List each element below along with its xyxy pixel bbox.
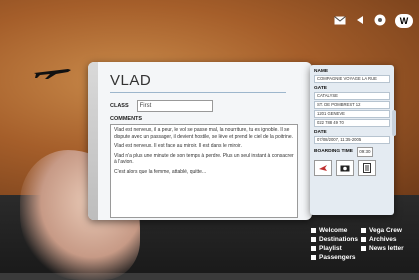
gate-line[interactable]: CATALYSE bbox=[314, 92, 390, 100]
passenger-card: VLAD CLASS First COMMENTS Vlad est nerve… bbox=[88, 62, 312, 220]
date-label: DATE bbox=[314, 130, 327, 135]
plane-icon[interactable] bbox=[314, 160, 332, 176]
nav-item-passengers[interactable]: Passengers bbox=[311, 254, 361, 261]
nav-label: Vega Crew bbox=[369, 227, 402, 234]
boarding-row: BOARDING TIME 09:30 bbox=[314, 147, 390, 157]
date-field[interactable]: 07/08/2007, 11:35-2005 bbox=[314, 136, 390, 144]
card-binding bbox=[88, 62, 98, 220]
nav-label: Archives bbox=[369, 236, 397, 243]
bullet-icon bbox=[311, 246, 316, 251]
comment-paragraph: Vlad est nerveux, il a peur, le vol se p… bbox=[114, 127, 293, 140]
gate-line[interactable]: ST. DE POMBREST 12 bbox=[314, 101, 390, 109]
name-field[interactable]: COMPAGNIE VOYAGE LA RUE bbox=[314, 75, 390, 83]
comment-paragraph: C'est alors que la femme, attablé, quitt… bbox=[114, 168, 207, 175]
user-badge[interactable]: W bbox=[395, 14, 413, 28]
passenger-name: VLAD bbox=[110, 72, 286, 93]
class-label: CLASS bbox=[110, 103, 129, 109]
comments-textarea[interactable]: Vlad est nerveux, il a peur, le vol se p… bbox=[110, 124, 298, 218]
nav-item-playlist[interactable]: Playlist bbox=[311, 245, 361, 252]
nav-item-vega-crew[interactable]: Vega Crew bbox=[361, 227, 419, 234]
class-row: CLASS First bbox=[110, 100, 213, 112]
nav-label: Destinations bbox=[319, 236, 359, 243]
nav-item-welcome[interactable]: Welcome bbox=[311, 227, 361, 234]
mail-icon[interactable] bbox=[334, 15, 346, 27]
nav-item-destinations[interactable]: Destinations bbox=[311, 236, 361, 243]
nav-label: News letter bbox=[369, 245, 404, 252]
nav-label: Welcome bbox=[319, 227, 348, 234]
bullet-icon bbox=[311, 237, 316, 242]
bottom-nav: Welcome Vega Crew Destinations Archives … bbox=[311, 227, 419, 261]
camera-icon[interactable] bbox=[336, 160, 354, 176]
gate-label: GATE bbox=[314, 86, 327, 91]
action-icons bbox=[314, 160, 390, 176]
bullet-icon bbox=[361, 246, 366, 251]
gate-line[interactable]: 1201 GENEVE bbox=[314, 110, 390, 118]
nav-item-archives[interactable]: Archives bbox=[361, 236, 419, 243]
document-icon[interactable] bbox=[358, 160, 376, 176]
nav-label: Playlist bbox=[319, 245, 342, 252]
comments-label: COMMENTS bbox=[110, 116, 143, 122]
name-label: NAME bbox=[314, 69, 329, 74]
boarding-time-field[interactable]: 09:30 bbox=[356, 147, 373, 157]
ticket-panel: NAME COMPAGNIE VOYAGE LA RUE GATE CATALY… bbox=[310, 65, 394, 215]
boarding-time-label: BOARDING TIME bbox=[314, 149, 353, 154]
nav-label: Passengers bbox=[319, 254, 356, 261]
arrow-left-icon[interactable] bbox=[355, 15, 365, 27]
bullet-icon bbox=[311, 228, 316, 233]
comment-paragraph: Vlad est nerveux. Il est face au miroir.… bbox=[114, 143, 242, 149]
globe-icon[interactable] bbox=[374, 14, 386, 28]
nav-item-newsletter[interactable]: News letter bbox=[361, 245, 419, 252]
comment-paragraph: Vlad n'a plus une minute de son temps à … bbox=[114, 152, 294, 166]
panel-scroll-handle[interactable] bbox=[392, 110, 396, 136]
bullet-icon bbox=[361, 228, 366, 233]
top-toolbar: W bbox=[334, 14, 413, 28]
bullet-icon bbox=[361, 237, 366, 242]
class-field[interactable]: First bbox=[136, 100, 213, 112]
gate-line[interactable]: 022 788 49 70 bbox=[314, 119, 390, 127]
airplane-icon bbox=[34, 69, 71, 79]
bullet-icon bbox=[311, 255, 316, 260]
